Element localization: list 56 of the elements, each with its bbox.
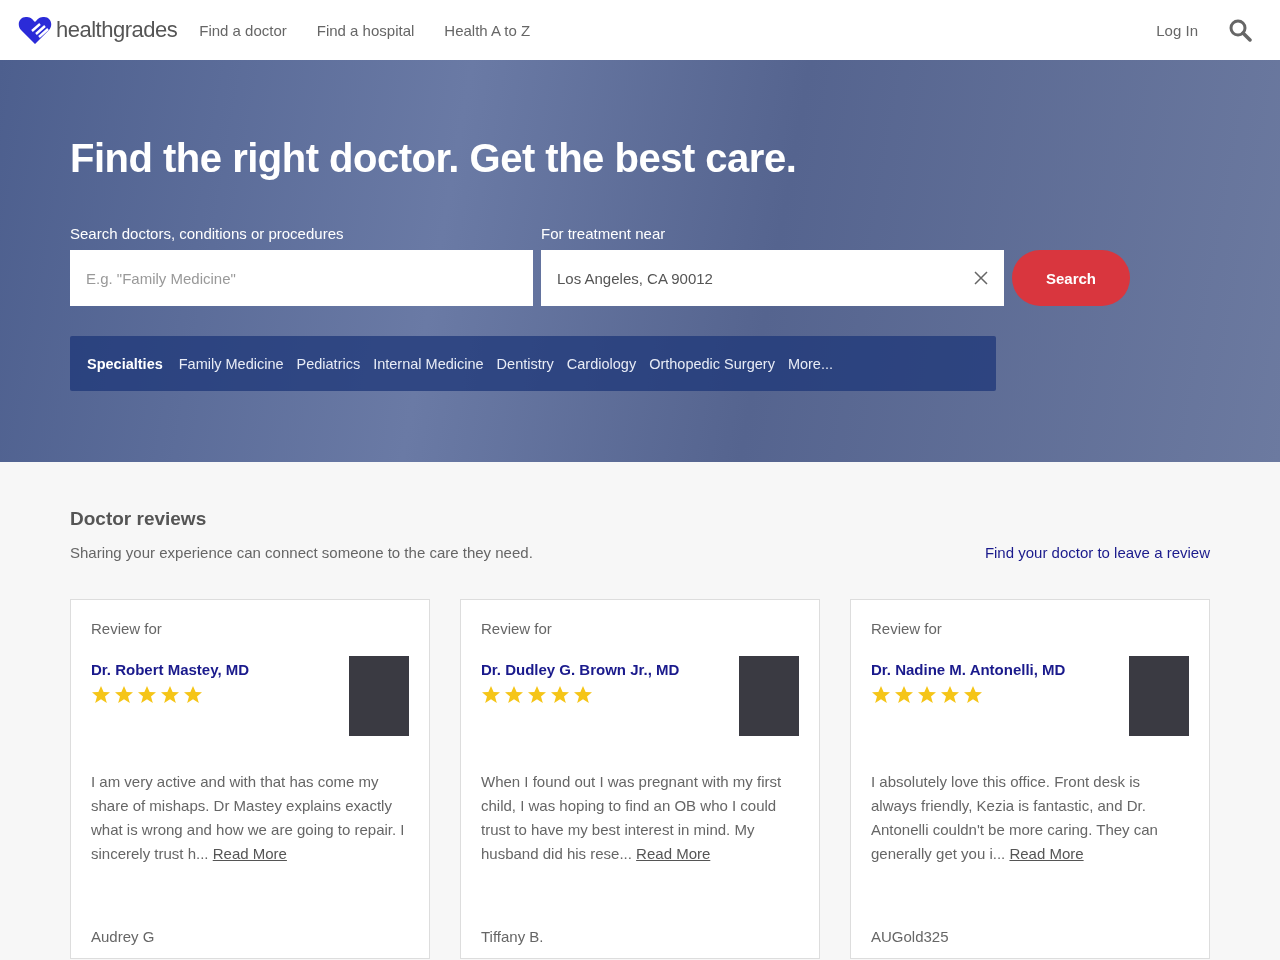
reviewer-name: Tiffany B.	[481, 928, 545, 945]
star-icon	[91, 685, 111, 705]
logo-text: healthgrades	[56, 17, 178, 43]
read-more-link[interactable]: Read More	[1009, 845, 1084, 862]
hero-heading: Find the right doctor. Get the best care.	[70, 136, 798, 181]
star-icon	[550, 685, 570, 705]
login-link[interactable]: Log In	[1156, 21, 1198, 39]
review-for-label: Review for	[871, 620, 943, 637]
field-label: For treatment near	[541, 225, 667, 242]
specialty-link[interactable]: Family Medicine	[178, 355, 284, 372]
star-icon	[871, 685, 891, 705]
review-text: I am very active and with that has come my share of mishaps. Dr Mastey explains exactly what is wrong and how we are going to repair. I sincerely trust h... Read More	[91, 772, 406, 864]
doctor-name-link[interactable]: Dr. Nadine M. Antonelli, MD	[871, 661, 1066, 678]
star-icon	[504, 685, 524, 705]
clear-icon[interactable]	[974, 271, 988, 285]
specialty-link[interactable]: Pediatrics	[296, 355, 361, 372]
field-label: Search doctors, conditions or procedures	[70, 225, 345, 242]
leave-review-link[interactable]: Find your doctor to leave a review	[984, 544, 1210, 561]
reviewer-name: Audrey G	[91, 928, 156, 945]
star-icon	[940, 685, 960, 705]
specialty-link[interactable]: More...	[787, 355, 833, 372]
review-for-label: Review for	[481, 620, 553, 637]
heart-logo-icon	[18, 15, 52, 45]
star-icon	[894, 685, 914, 705]
section-heading: Doctor reviews	[70, 508, 208, 530]
read-more-link[interactable]: Read More	[212, 845, 287, 862]
doctor-name-link[interactable]: Dr. Robert Mastey, MD	[91, 661, 250, 678]
specialty-link[interactable]: Internal Medicine	[373, 355, 484, 372]
section-subtitle: Sharing your experience can connect someone to the care they need.	[70, 544, 533, 561]
nav-link[interactable]: Find a hospital	[316, 21, 415, 39]
specialty-link[interactable]: Dentistry	[496, 355, 554, 372]
specialty-link[interactable]: Orthopedic Surgery	[649, 355, 775, 372]
star-icon	[183, 685, 203, 705]
review-text: When I found out I was pregnant with my first child, I was hoping to find an OB who I could trust to have my best interest in mind. My husband did his rese... Read More	[481, 772, 783, 864]
reviewer-name: AUGold325	[871, 928, 950, 945]
search-icon[interactable]	[1228, 18, 1252, 42]
search-button[interactable]: Search	[1012, 250, 1130, 306]
nav-link[interactable]: Health A to Z	[444, 21, 531, 39]
star-icon	[114, 685, 134, 705]
search-field[interactable]: E.g. "Family Medicine"	[70, 250, 533, 306]
star-icon	[160, 685, 180, 705]
nav-link[interactable]: Find a doctor	[199, 21, 287, 39]
specialty-link[interactable]: Cardiology	[566, 355, 637, 372]
logo-link[interactable]: healthgrades	[18, 15, 178, 45]
review-text: I absolutely love this office. Front desk is always friendly, Kezia is fantastic, and Dr. Antonelli couldn't be more caring. They can generally get you i... Read More	[871, 772, 1159, 864]
star-icon	[137, 685, 157, 705]
specialties-label: Specialties	[87, 355, 163, 372]
star-icon	[481, 685, 501, 705]
star-icon	[527, 685, 547, 705]
location-field[interactable]: Los Angeles, CA 90012	[541, 250, 1004, 306]
read-more-link[interactable]: Read More	[636, 845, 711, 862]
star-icon	[573, 685, 593, 705]
review-for-label: Review for	[91, 620, 163, 637]
star-icon	[963, 685, 983, 705]
star-icon	[917, 685, 937, 705]
doctor-name-link[interactable]: Dr. Dudley G. Brown Jr., MD	[481, 661, 680, 678]
